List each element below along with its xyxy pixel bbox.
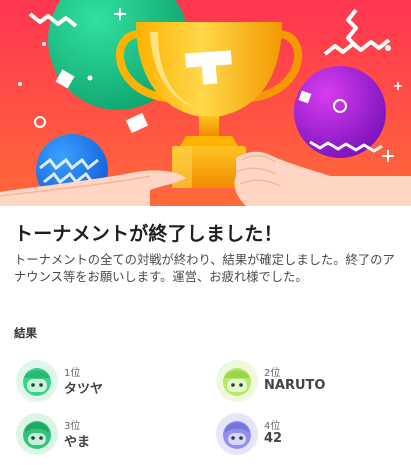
player-name: 42 — [264, 431, 283, 446]
avatar-icon — [216, 360, 258, 402]
result-entry-1[interactable]: 1位 タツヤ — [16, 360, 196, 404]
player-name: やま — [64, 435, 91, 450]
page-title: トーナメントが終了しました！ — [14, 223, 283, 245]
hero-illustration — [0, 0, 411, 206]
avatar-icon — [216, 413, 258, 455]
result-entry-3[interactable]: 3位 やま — [16, 413, 196, 457]
result-entry-4[interactable]: 4位 42 — [216, 413, 396, 457]
announcement-body: トーナメントの全ての対戦が終わり、結果が確定しました。終了のアナウンス等をお願い… — [14, 253, 395, 284]
trophy-illustration — [0, 0, 411, 206]
player-name: タツヤ — [64, 382, 104, 397]
rank-label: 1位 — [64, 368, 81, 379]
avatar-icon — [16, 360, 58, 402]
rank-label: 2位 — [264, 368, 281, 379]
result-entry-2[interactable]: 2位 NARUTO — [216, 360, 396, 404]
rank-label: 4位 — [264, 421, 281, 432]
avatar-icon — [16, 413, 58, 455]
rank-label: 3位 — [64, 421, 81, 432]
player-name: NARUTO — [264, 378, 326, 393]
results-heading: 結果 — [14, 326, 37, 340]
